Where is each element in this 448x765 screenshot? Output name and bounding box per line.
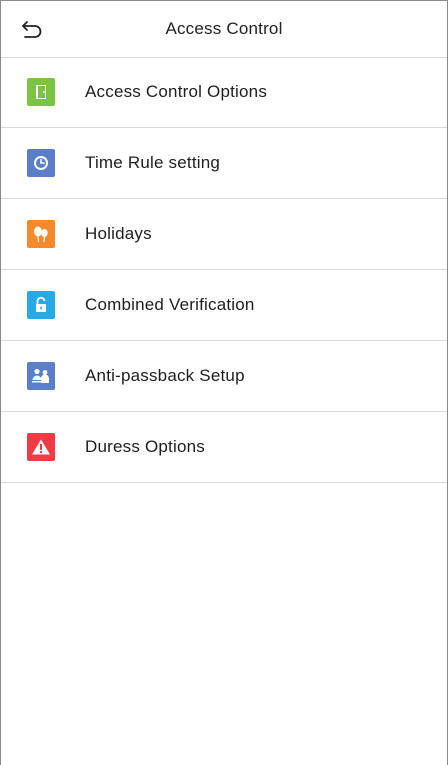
header-bar: Access Control: [1, 1, 447, 58]
menu-item-label: Time Rule setting: [85, 153, 221, 172]
menu-item-holidays[interactable]: Holidays: [1, 199, 447, 270]
people-icon: [27, 362, 55, 390]
menu-item-label: Anti-passback Setup: [85, 366, 245, 385]
menu-item-label: Combined Verification: [85, 295, 255, 314]
menu-item-label: Access Control Options: [85, 82, 268, 101]
back-button[interactable]: [17, 15, 47, 43]
warning-icon: [27, 433, 55, 461]
unlock-icon: [27, 291, 55, 319]
menu-item-time-rule-setting[interactable]: Time Rule setting: [1, 128, 447, 199]
clock-icon: [27, 149, 55, 177]
back-arrow-icon: [22, 21, 42, 38]
menu-list: Access Control Options Time Rule setting: [1, 57, 447, 483]
menu-item-label: Duress Options: [85, 437, 205, 456]
menu-item-combined-verification[interactable]: Combined Verification: [1, 270, 447, 341]
menu-item-label: Holidays: [85, 224, 152, 243]
menu-item-duress-options[interactable]: Duress Options: [1, 412, 447, 483]
menu-item-access-control-options[interactable]: Access Control Options: [1, 57, 447, 128]
balloons-icon: [27, 220, 55, 248]
menu-item-anti-passback-setup[interactable]: Anti-passback Setup: [1, 341, 447, 412]
screen-frame: Access Control Access Control Options Ti…: [0, 0, 448, 765]
door-icon: [27, 78, 55, 106]
page-title: Access Control: [165, 19, 283, 38]
